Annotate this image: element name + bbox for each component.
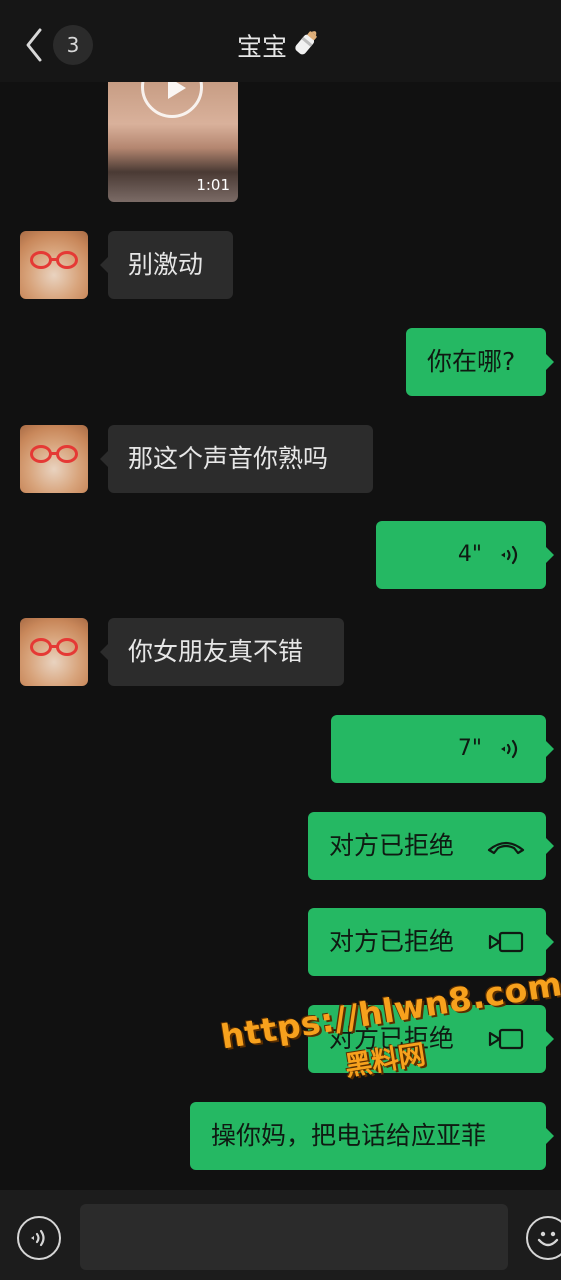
chat-input-bar	[0, 1190, 561, 1280]
voice-wave-icon	[501, 545, 518, 565]
message-bubble-incoming[interactable]: 你女朋友真不错	[100, 618, 344, 686]
message-bubble-outgoing[interactable]: 操你妈，把电话给应亚菲	[190, 1102, 554, 1170]
video-duration: 1:01	[196, 176, 230, 194]
voice-message-bubble[interactable]: 4"	[376, 521, 554, 589]
emoji-button[interactable]	[526, 1216, 561, 1260]
call-status-text: 对方已拒绝	[329, 927, 455, 956]
play-icon[interactable]	[141, 82, 203, 118]
chat-header: 3 宝宝	[0, 0, 561, 82]
voice-duration: 7"	[457, 736, 482, 761]
message-bubble-incoming[interactable]: 那这个声音你熟吗	[100, 425, 373, 493]
video-call-icon	[488, 1028, 524, 1050]
video-message[interactable]: 1:01	[108, 82, 238, 202]
voice-toggle-button[interactable]	[17, 1216, 61, 1260]
message-input[interactable]	[80, 1204, 508, 1270]
voice-toggle-icon	[31, 1229, 45, 1247]
voice-message-bubble[interactable]: 7"	[331, 715, 554, 783]
video-call-icon	[488, 931, 524, 953]
unread-count-badge[interactable]: 3	[53, 25, 93, 65]
chevron-left-icon	[26, 28, 42, 62]
chat-title: 宝宝	[236, 32, 287, 62]
contact-avatar[interactable]	[20, 425, 88, 493]
contact-avatar[interactable]	[20, 618, 88, 686]
message-bubble-outgoing[interactable]: 你在哪?	[406, 328, 554, 396]
call-record-bubble[interactable]: 对方已拒绝	[308, 812, 554, 880]
voice-wave-icon	[501, 739, 518, 759]
contact-avatar[interactable]	[20, 231, 88, 299]
call-status-text: 对方已拒绝	[329, 831, 455, 860]
back-button[interactable]	[20, 26, 50, 64]
phone-icon	[487, 841, 525, 855]
call-status-text: 对方已拒绝	[329, 1024, 455, 1053]
call-record-bubble[interactable]: 对方已拒绝	[308, 908, 554, 976]
message-bubble-incoming[interactable]: 别激动	[100, 231, 233, 299]
call-record-bubble[interactable]: 对方已拒绝	[308, 1005, 554, 1073]
voice-duration: 4"	[457, 542, 482, 567]
emoji-icon	[537, 1231, 559, 1247]
baby-bottle-icon	[289, 26, 323, 71]
chat-title-row: 宝宝	[180, 26, 380, 71]
